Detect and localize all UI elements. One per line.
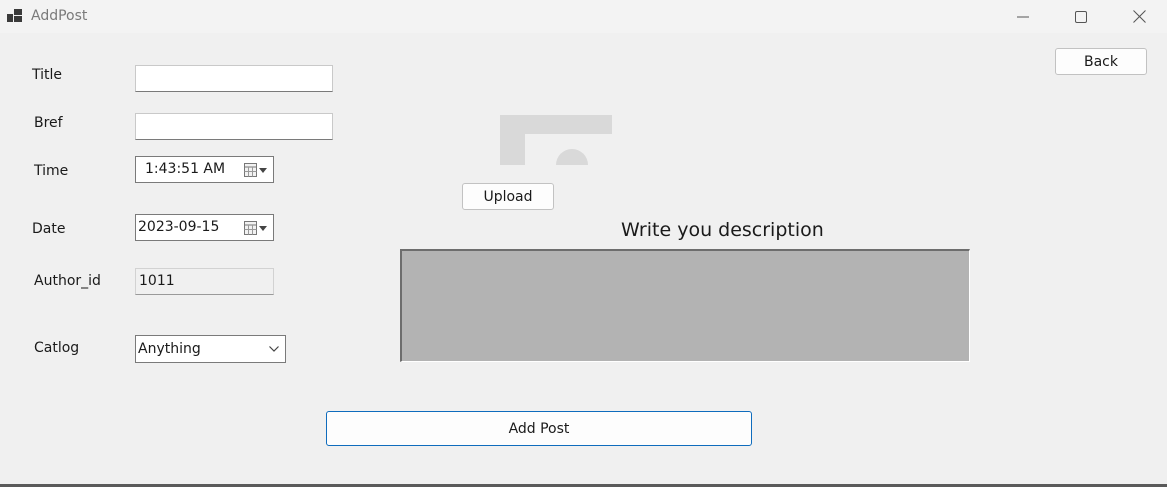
title-input[interactable] bbox=[135, 65, 333, 92]
date-picker-value: 2023-09-15 bbox=[138, 219, 220, 235]
time-label: Time bbox=[34, 163, 69, 179]
author-id-field: 1011 bbox=[135, 268, 274, 295]
add-post-button[interactable]: Add Post bbox=[326, 411, 752, 446]
maximize-button[interactable] bbox=[1052, 0, 1110, 33]
window-title: AddPost bbox=[31, 8, 88, 24]
app-window-icon bbox=[7, 9, 22, 22]
bref-label: Bref bbox=[34, 115, 63, 131]
minimize-icon bbox=[1017, 16, 1029, 17]
close-icon bbox=[1132, 10, 1146, 23]
image-placeholder-icon bbox=[500, 115, 612, 165]
bref-input[interactable] bbox=[135, 113, 333, 140]
date-label: Date bbox=[32, 221, 66, 237]
title-bar: AddPost bbox=[0, 0, 1167, 33]
close-button[interactable] bbox=[1110, 0, 1167, 33]
upload-button[interactable]: Upload bbox=[462, 183, 554, 210]
author-id-label: Author_id bbox=[34, 273, 101, 289]
title-label: Title bbox=[32, 67, 63, 83]
description-textarea[interactable] bbox=[400, 249, 970, 362]
description-heading: Write you description bbox=[621, 219, 824, 241]
catlog-selected-value: Anything bbox=[138, 341, 201, 357]
calendar-dropdown-icon[interactable] bbox=[244, 221, 268, 235]
maximize-icon bbox=[1075, 10, 1087, 23]
catlog-select[interactable]: Anything bbox=[135, 335, 286, 363]
time-picker[interactable]: 1:43:51 AM bbox=[135, 156, 274, 183]
time-picker-value: 1:43:51 AM bbox=[145, 161, 226, 177]
calendar-dropdown-icon[interactable] bbox=[244, 163, 268, 177]
chevron-down-icon bbox=[269, 346, 279, 352]
date-picker[interactable]: 2023-09-15 bbox=[135, 214, 274, 241]
catlog-label: Catlog bbox=[34, 340, 80, 356]
minimize-button[interactable] bbox=[994, 0, 1052, 33]
back-button[interactable]: Back bbox=[1055, 48, 1147, 75]
